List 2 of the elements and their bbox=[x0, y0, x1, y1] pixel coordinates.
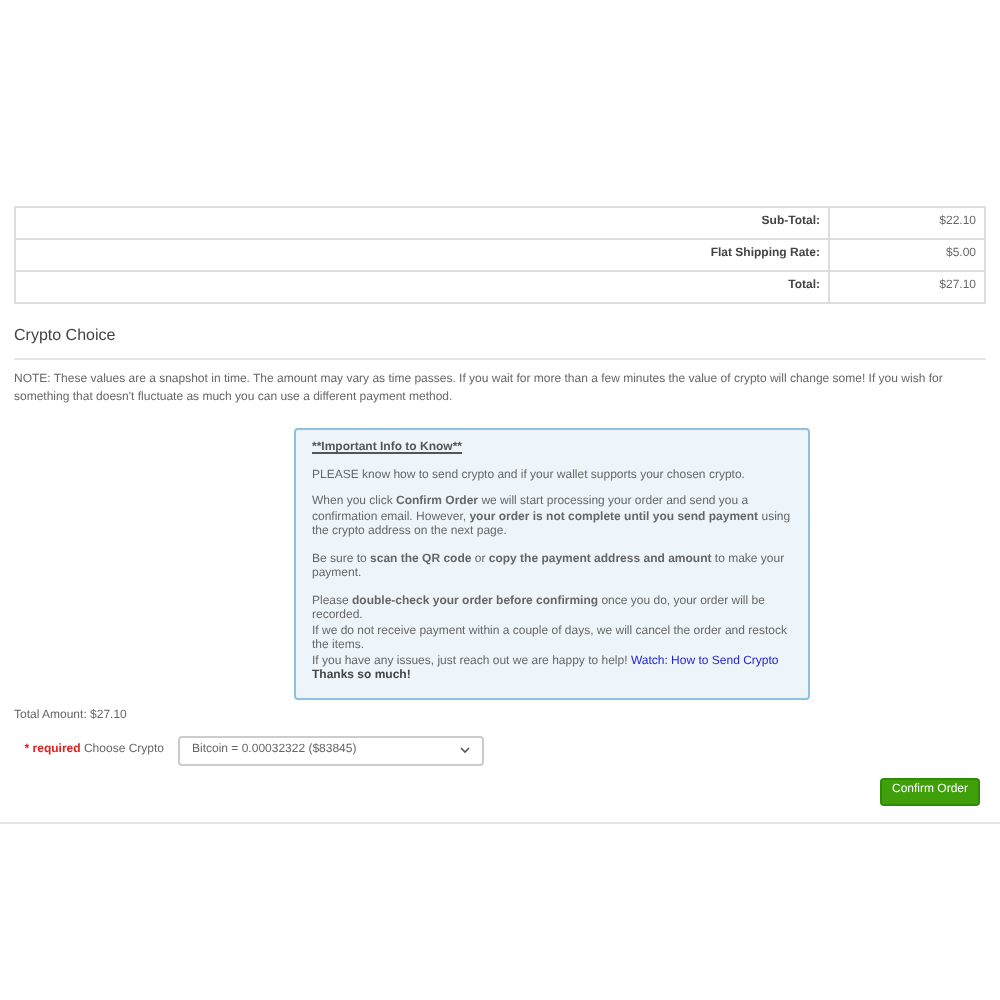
chevron-down-icon bbox=[460, 746, 470, 754]
section-title: Crypto Choice bbox=[14, 326, 116, 344]
